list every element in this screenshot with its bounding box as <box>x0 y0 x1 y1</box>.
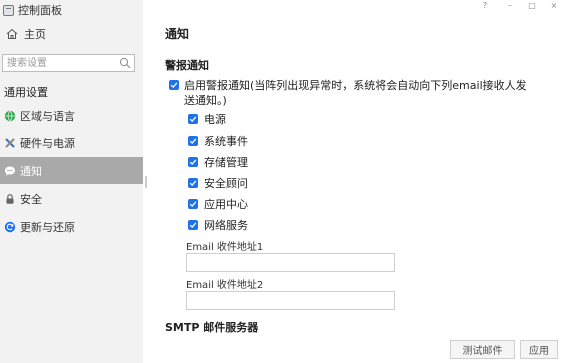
category-label: 存储管理 <box>204 156 248 169</box>
category-label: 安全顾问 <box>204 177 248 190</box>
category-option-system-events[interactable]: 系统事件 <box>188 134 248 148</box>
control-panel-icon <box>3 4 14 16</box>
category-label: 网络服务 <box>204 219 248 232</box>
search-box <box>2 54 135 72</box>
sidebar-item-update-restore[interactable]: 更新与还原 <box>0 213 143 240</box>
tools-icon <box>4 137 16 149</box>
email1-label: Email 收件地址1 <box>186 242 264 253</box>
alert-notification-header: 警报通知 <box>165 59 209 72</box>
search-input[interactable] <box>3 55 117 71</box>
help-button[interactable]: ? <box>477 0 493 12</box>
globe-icon <box>4 110 16 122</box>
category-checkbox[interactable] <box>188 136 198 146</box>
category-checkbox[interactable] <box>188 114 198 124</box>
sidebar-item-label: 安全 <box>20 192 42 206</box>
email1-box <box>186 253 395 272</box>
sidebar-item-notifications[interactable]: 通知 <box>0 157 143 184</box>
category-option-app-center[interactable]: 应用中心 <box>188 197 248 211</box>
category-option-power[interactable]: 电源 <box>188 112 226 126</box>
checkmark-icon <box>189 222 197 229</box>
sidebar-item-region-language[interactable]: 区域与语言 <box>0 102 143 129</box>
category-label: 系统事件 <box>204 135 248 148</box>
test-email-button[interactable]: 测试邮件 <box>450 340 515 359</box>
category-checkbox[interactable] <box>188 220 198 230</box>
sidebar-item-hardware-power[interactable]: 硬件与电源 <box>0 129 143 156</box>
checkmark-icon <box>189 159 197 166</box>
checkmark-icon <box>170 82 178 89</box>
home-nav-item[interactable]: 主页 <box>6 25 46 43</box>
email2-box <box>186 291 395 310</box>
home-icon <box>6 28 18 39</box>
email1-input[interactable] <box>187 254 394 271</box>
app-title-label: 控制面板 <box>18 4 62 17</box>
apply-button[interactable]: 应用 <box>520 340 558 359</box>
email2-input[interactable] <box>187 292 394 309</box>
category-label: 应用中心 <box>204 198 248 211</box>
category-checkbox[interactable] <box>188 157 198 167</box>
panel-splitter-handle[interactable] <box>145 176 147 188</box>
checkmark-icon <box>189 116 197 123</box>
checkmark-icon <box>189 138 197 145</box>
refresh-icon <box>4 221 16 233</box>
enable-alert-checkbox[interactable] <box>169 80 179 90</box>
close-button[interactable]: × <box>546 0 562 12</box>
category-option-network-services[interactable]: 网络服务 <box>188 218 248 232</box>
sidebar-item-label: 硬件与电源 <box>20 136 75 150</box>
checkmark-icon <box>189 180 197 187</box>
sidebar: 控制面板 主页 通用设置 区域与语言 硬件与电源 <box>0 0 143 363</box>
category-option-storage[interactable]: 存储管理 <box>188 155 248 169</box>
chat-bubble-icon <box>4 165 16 177</box>
sidebar-item-security[interactable]: 安全 <box>0 185 143 212</box>
category-label: 电源 <box>204 113 226 126</box>
smtp-server-header: SMTP 邮件服务器 <box>165 321 259 334</box>
category-checkbox[interactable] <box>188 199 198 209</box>
email2-label: Email 收件地址2 <box>186 280 264 291</box>
maximize-button[interactable]: □ <box>524 0 540 12</box>
lock-icon <box>4 193 16 205</box>
search-icon[interactable] <box>119 57 131 69</box>
page-title: 通知 <box>165 27 190 41</box>
category-option-security-advisor[interactable]: 安全顾问 <box>188 176 248 190</box>
home-label: 主页 <box>24 28 46 41</box>
sidebar-item-label: 区域与语言 <box>20 109 75 123</box>
category-checkbox[interactable] <box>188 178 198 188</box>
app-title: 控制面板 <box>3 2 62 18</box>
minimize-button[interactable]: – <box>502 0 518 12</box>
enable-alert-label: 启用警报通知(当阵列出现异常时，系统将会自动向下列email接收人发送通知。) <box>184 79 527 107</box>
sidebar-item-label: 通知 <box>20 164 42 178</box>
enable-alert-option[interactable]: 启用警报通知(当阵列出现异常时，系统将会自动向下列email接收人发送通知。) <box>169 78 529 108</box>
checkmark-icon <box>189 201 197 208</box>
general-settings-header: 通用设置 <box>4 86 48 99</box>
sidebar-item-label: 更新与还原 <box>20 220 75 234</box>
